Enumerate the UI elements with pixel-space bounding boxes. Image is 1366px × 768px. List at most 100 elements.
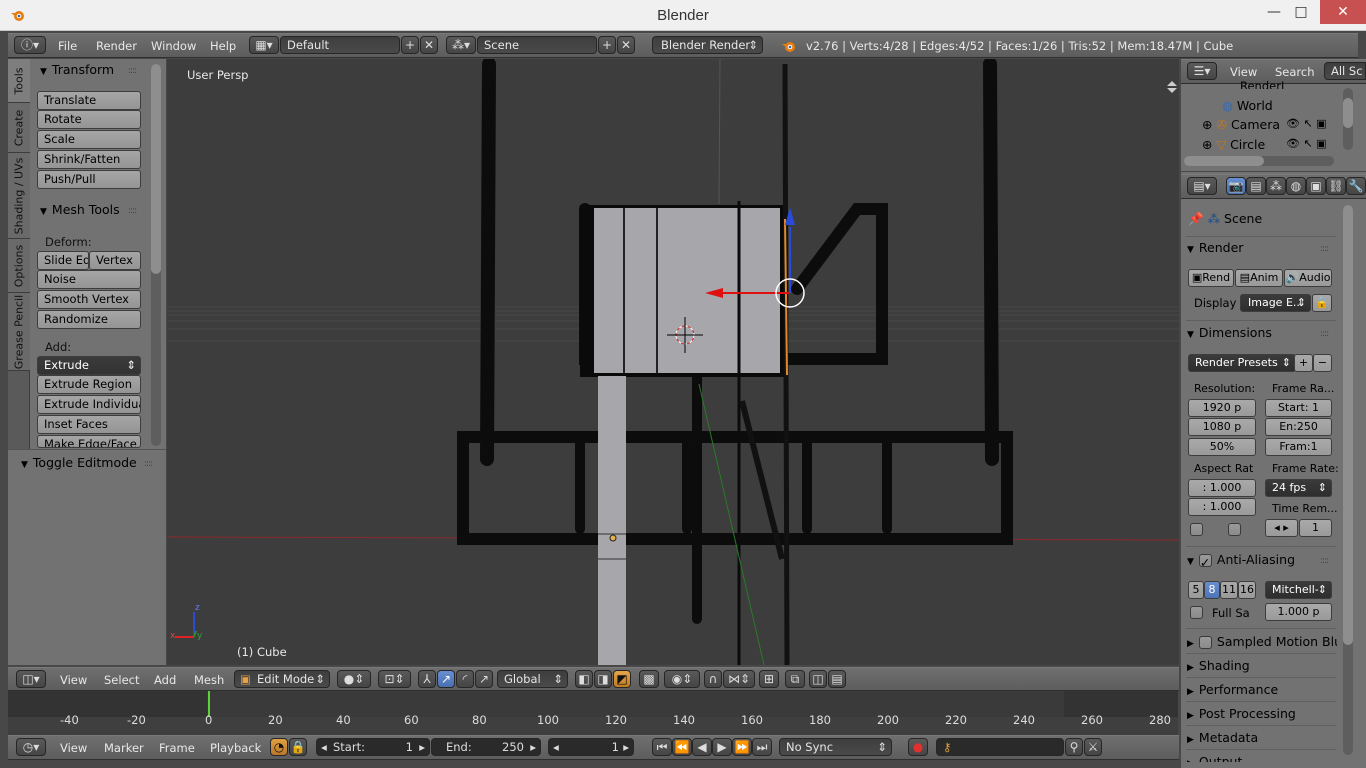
filter-size-field[interactable]: 1.000 p <box>1265 603 1332 621</box>
tab-shading-uvs[interactable]: Shading / UVs <box>8 153 30 239</box>
manipulator-toggle-icon[interactable]: ⅄ <box>418 670 436 688</box>
menu-select[interactable]: Select <box>104 673 139 687</box>
scene-field[interactable]: Scene <box>477 36 597 54</box>
rotate-manipulator-icon[interactable]: ◜ <box>456 670 474 688</box>
output-panel-header[interactable]: ▶ Output <box>1187 754 1242 762</box>
add-layout-button[interactable]: + <box>401 36 419 54</box>
resolution-x-field[interactable]: 1920 p <box>1188 399 1256 417</box>
play-reverse-icon[interactable]: ◀ <box>692 738 712 756</box>
modifiers-context-icon[interactable]: 🔧 <box>1346 177 1366 195</box>
sampled-motion-blur-header[interactable]: ▶ Sampled Motion Blur <box>1187 634 1337 649</box>
snap-toggle-icon[interactable]: ∩ <box>704 670 722 688</box>
layers-icon[interactable]: ⧉ <box>785 670 805 688</box>
outliner-item-world[interactable]: ◍ World <box>1222 98 1273 113</box>
snap-element-icon[interactable]: ⋈⇕ <box>723 670 755 688</box>
toggle-editmode-header[interactable]: ▼ Toggle Editmode <box>21 455 137 470</box>
constraints-context-icon[interactable]: ⛓ <box>1326 177 1346 195</box>
jump-keyframe-forward-icon[interactable]: ⏩ <box>732 738 752 756</box>
jump-keyframe-back-icon[interactable]: ⏪ <box>672 738 692 756</box>
aa-samples-5[interactable]: 5 <box>1188 581 1204 599</box>
scale-manipulator-icon[interactable]: ↗ <box>475 670 493 688</box>
editor-type-timeline-icon[interactable]: ◷▾ <box>16 738 46 756</box>
outliner-menu-search[interactable]: Search <box>1275 65 1315 79</box>
shading-panel-header[interactable]: ▶ Shading <box>1187 658 1250 673</box>
scrollbar-thumb[interactable] <box>1184 156 1264 166</box>
face-select-icon[interactable]: ◩ <box>613 670 631 688</box>
maximize-button[interactable]: □ <box>1281 0 1321 24</box>
rotate-button[interactable]: Rotate <box>37 110 141 129</box>
close-window-button[interactable]: ✕ <box>1320 0 1366 24</box>
metadata-panel-header[interactable]: ▶ Metadata <box>1187 730 1258 745</box>
dimensions-panel-header[interactable]: ▼ Dimensions <box>1187 325 1272 340</box>
make-edge-face-button[interactable]: Make Edge/Face <box>37 435 141 448</box>
screen-layout-icon[interactable]: ▦▾ <box>249 36 279 54</box>
viewport-scene[interactable] <box>167 59 1179 665</box>
tab-create[interactable]: Create <box>8 103 30 153</box>
drag-grip-icon[interactable]: :::: <box>1320 329 1329 339</box>
frame-rate-select[interactable]: 24 fps ⇕ <box>1265 479 1332 497</box>
menu-file[interactable]: File <box>58 39 77 53</box>
orientation-select[interactable]: Global ⇕ <box>497 670 568 688</box>
properties-scrollbar[interactable] <box>1343 205 1353 755</box>
post-processing-panel-header[interactable]: ▶ Post Processing <box>1187 706 1296 721</box>
menu-help[interactable]: Help <box>210 39 236 53</box>
selected-vertex[interactable] <box>609 534 617 542</box>
lock-range-icon[interactable]: 🔒 <box>289 738 307 756</box>
drag-grip-icon[interactable]: :::: <box>1320 556 1329 566</box>
tool-shelf-scrollbar[interactable] <box>151 64 161 446</box>
3d-viewport[interactable]: User Persp (1) Cube z x y <box>167 59 1179 665</box>
translate-button[interactable]: Translate <box>37 91 141 110</box>
render-audio-button[interactable]: 🔊Audio <box>1284 269 1332 287</box>
scrollbar-thumb[interactable] <box>1343 205 1353 645</box>
add-preset-button[interactable]: + <box>1294 354 1313 372</box>
randomize-button[interactable]: Randomize <box>37 310 141 329</box>
aa-samples-8[interactable]: 8 <box>1204 581 1220 599</box>
resolution-y-field[interactable]: 1080 p <box>1188 418 1256 436</box>
scale-button[interactable]: Scale <box>37 130 141 149</box>
outliner-menu-view[interactable]: View <box>1230 65 1257 79</box>
menu-view[interactable]: View <box>60 673 87 687</box>
outliner-vscrollbar[interactable] <box>1343 88 1353 150</box>
start-frame-field[interactable]: ◂ Start: 1 ▸ <box>316 738 430 756</box>
border-checkbox[interactable] <box>1190 523 1203 536</box>
drag-grip-icon[interactable]: :::: <box>1320 244 1329 254</box>
slide-edge-button[interactable]: Slide Ed <box>37 251 89 270</box>
mode-select[interactable]: ▣ Edit Mode ⇕ <box>234 670 330 688</box>
resolution-percentage-field[interactable]: 50% <box>1188 438 1256 456</box>
scene-icon[interactable]: ⁂▾ <box>446 36 476 54</box>
current-frame-field[interactable]: ◂ 1 ▸ <box>548 738 634 756</box>
jump-start-icon[interactable]: ⏮ <box>652 738 672 756</box>
camera-visibility-icons[interactable]: 👁 ↖ ▣ <box>1286 117 1327 130</box>
circle-visibility-icons[interactable]: 👁 ↖ ▣ <box>1286 137 1327 150</box>
performance-panel-header[interactable]: ▶ Performance <box>1187 682 1278 697</box>
mesh-cube[interactable] <box>580 59 790 665</box>
frame-step-field[interactable]: Fram:1 <box>1265 438 1332 456</box>
motion-blur-checkbox[interactable] <box>1198 636 1212 649</box>
render-engine-select[interactable]: Blender Render ⇕ <box>652 36 763 54</box>
time-remap-new-field[interactable]: 1 <box>1299 519 1332 537</box>
aa-samples-11[interactable]: 11 <box>1220 581 1238 599</box>
remove-preset-button[interactable]: − <box>1313 354 1332 372</box>
render-still-button[interactable]: ▣Rend <box>1188 269 1234 287</box>
drag-grip-icon[interactable]: :::: <box>128 66 137 76</box>
editor-type-properties-icon[interactable]: ▤▾ <box>1187 177 1217 195</box>
render-panel-header[interactable]: ▼ Render <box>1187 240 1243 255</box>
menu-mesh[interactable]: Mesh <box>194 673 224 687</box>
lock-interface-icon[interactable]: 🔒 <box>1312 294 1332 312</box>
end-frame-field[interactable]: End: 250 ▸ <box>431 738 541 756</box>
noise-button[interactable]: Noise <box>37 270 141 289</box>
crop-checkbox[interactable] <box>1228 523 1241 536</box>
jump-end-icon[interactable]: ⏭ <box>752 738 772 756</box>
vertex-select-icon[interactable]: ◧ <box>575 670 593 688</box>
menu-playback[interactable]: Playback <box>210 741 261 755</box>
context-path[interactable]: 📌 ⁂ Scene <box>1188 211 1262 227</box>
add-scene-button[interactable]: + <box>598 36 616 54</box>
remove-layout-button[interactable]: ✕ <box>420 36 438 54</box>
menu-window[interactable]: Window <box>151 39 196 53</box>
push-pull-button[interactable]: Push/Pull <box>37 170 141 189</box>
transform-panel-header[interactable]: ▼ Transform <box>40 62 114 77</box>
frame-end-field[interactable]: En:250 <box>1265 418 1332 436</box>
preview-range-icon[interactable]: ◔ <box>270 738 288 756</box>
full-sample-checkbox[interactable] <box>1190 606 1203 619</box>
keying-set-field[interactable]: ⚷ <box>936 738 1064 756</box>
